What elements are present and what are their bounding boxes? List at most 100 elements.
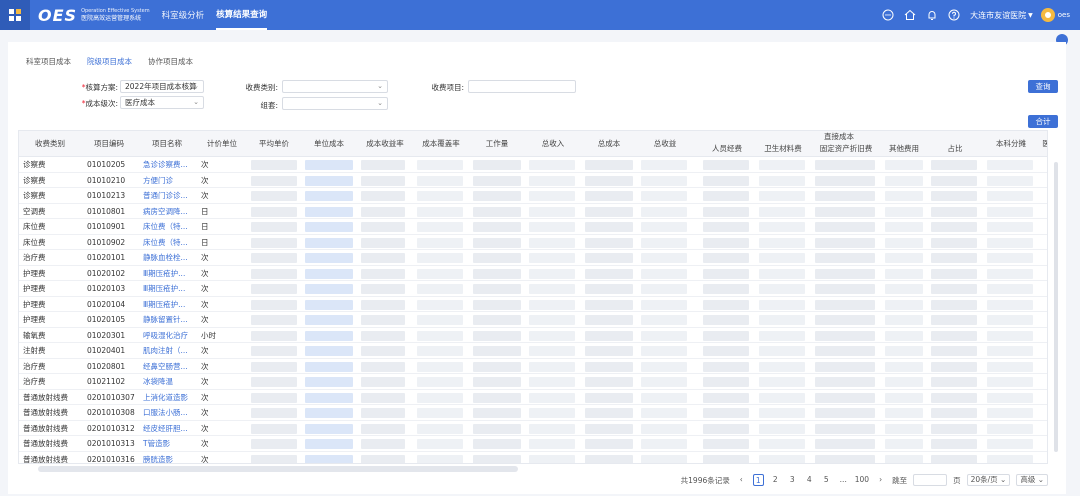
cell-name[interactable]: 口服法小肠... [143, 405, 197, 420]
redacted-value [417, 175, 463, 186]
header-ratio[interactable]: 占比 [927, 143, 983, 155]
scheme-select[interactable]: 2022年项目成本核算 ⌄ [120, 80, 204, 93]
advanced-select[interactable]: 高级 ⌄ [1016, 474, 1048, 486]
header-personnel[interactable]: 人员经费 [699, 143, 755, 155]
table-row[interactable]: 空调费 01010801 病房空调降... 日 [19, 204, 1047, 219]
prev-page-icon[interactable]: ‹ [736, 474, 747, 486]
header-code[interactable]: 项目编码 [81, 131, 137, 157]
header-avg-price[interactable]: 平均单价 [247, 131, 301, 157]
header-coverage-rate[interactable]: 成本覆盖率 [413, 131, 469, 157]
table-row[interactable]: 护理费 01020105 静脉留置针... 次 [19, 312, 1047, 328]
header-name[interactable]: 项目名称 [137, 131, 197, 157]
table-row[interactable]: 诊察费 01010205 急诊诊察费... 次 [19, 157, 1047, 173]
header-material[interactable]: 卫生材料费 [755, 143, 811, 155]
bell-icon[interactable] [924, 7, 940, 23]
header-total-income[interactable]: 总收入 [525, 131, 581, 157]
page-100[interactable]: 100 [855, 474, 869, 486]
redacted-value [931, 423, 977, 434]
cell-name[interactable]: 病房空调降... [143, 204, 197, 219]
cell-name[interactable]: Ⅲ期压疮护... [143, 266, 197, 281]
page-3[interactable]: 3 [787, 474, 798, 486]
cell-cat: 护理费 [23, 268, 46, 278]
page-4[interactable]: 4 [804, 474, 815, 486]
vertical-scrollbar[interactable] [1054, 162, 1058, 452]
table-row[interactable]: 诊察费 01010210 方便门诊次 [19, 173, 1047, 188]
category-select[interactable]: ⌄ [282, 80, 388, 93]
cell-name[interactable]: 急诊诊察费... [143, 157, 197, 172]
jump-page-input[interactable] [913, 474, 948, 486]
table-row[interactable]: 普通放射线费 0201010313 T管造影次 [19, 436, 1047, 452]
table-row[interactable]: 普通放射线费 0201010308 口服法小肠... 次 [19, 405, 1047, 421]
table-row[interactable]: 普通放射线费 0201010307 上消化道造影次 [19, 390, 1047, 405]
cell-name[interactable]: 冰袋降温 [143, 374, 197, 389]
header-more[interactable]: 医 [1039, 131, 1047, 157]
app-grid-icon[interactable] [0, 0, 30, 30]
cell-name[interactable]: T管造影 [143, 436, 197, 451]
header-total-cost[interactable]: 总成本 [581, 131, 637, 157]
home-icon[interactable] [902, 7, 918, 23]
query-button[interactable]: 查询 [1028, 80, 1058, 93]
header-unit-cost[interactable]: 单位成本 [301, 131, 357, 157]
page-2[interactable]: 2 [770, 474, 781, 486]
total-button[interactable]: 合计 [1028, 115, 1058, 128]
help-icon[interactable] [946, 7, 962, 23]
header-depreciation[interactable]: 固定资产折旧费 [811, 143, 881, 155]
header-workload[interactable]: 工作量 [469, 131, 525, 157]
cell-name[interactable]: 普通门诊诊... [143, 188, 197, 203]
table-row[interactable]: 护理费 01020102 Ⅲ期压疮护... 次 [19, 266, 1047, 281]
header-category[interactable]: 收费类别 [19, 131, 81, 157]
page-5[interactable]: 5 [821, 474, 832, 486]
header-other[interactable]: 其他费用 [881, 143, 927, 155]
level-select[interactable]: 医疗成本 ⌄ [120, 96, 204, 109]
header-profit-rate[interactable]: 成本收益率 [357, 131, 413, 157]
item-input[interactable] [468, 80, 576, 93]
table-row[interactable]: 护理费 01020103 Ⅲ期压疮护... 次 [19, 281, 1047, 297]
page-ellipsis[interactable]: ... [838, 474, 849, 486]
table-row[interactable]: 普通放射线费 0201010316 膀胱造影次 [19, 452, 1047, 464]
cell-name[interactable]: 床位费（特... [143, 219, 197, 234]
cell-name[interactable]: 经皮经肝胆... [143, 421, 197, 436]
tab-hospital-item-cost[interactable]: 院级项目成本 [87, 56, 132, 67]
next-page-icon[interactable]: › [875, 474, 886, 486]
header-total-profit[interactable]: 总收益 [637, 131, 693, 157]
tab-dept-item-cost[interactable]: 科室项目成本 [26, 56, 71, 67]
cell-name[interactable]: 上消化道造影 [143, 390, 197, 405]
chat-icon[interactable] [880, 7, 896, 23]
redacted-value [529, 206, 575, 217]
header-dept-share[interactable]: 本科分摊 [983, 131, 1039, 157]
page-size-select[interactable]: 20条/页 ⌄ [966, 474, 1011, 486]
table-row[interactable]: 输氧费 01020301 呼吸湿化治疗 小时 [19, 328, 1047, 343]
cell-name[interactable]: 床位费（特... [143, 235, 197, 250]
table-row[interactable]: 护理费 01020104 Ⅲ期压疮护... 次 [19, 297, 1047, 312]
hospital-selector[interactable]: 大连市友谊医院 [970, 10, 1026, 21]
cell-name[interactable]: Ⅲ期压疮护... [143, 297, 197, 312]
table-row[interactable]: 治疗费 01021102 冰袋降温次 [19, 374, 1047, 390]
table-row[interactable]: 普通放射线费 0201010312 经皮经肝胆... 次 [19, 421, 1047, 436]
table-row[interactable]: 床位费 01010901 床位费（特... 日 [19, 219, 1047, 235]
nav-dept-analysis[interactable]: 科室级分析 [162, 0, 205, 30]
header-unit[interactable]: 计价单位 [197, 131, 247, 157]
horizontal-scrollbar[interactable] [38, 466, 518, 472]
redacted-value [529, 392, 575, 403]
nav-result-query[interactable]: 核算结果查询 [216, 0, 268, 30]
cell-name[interactable]: 肌肉注射（... [143, 343, 197, 358]
cell-name[interactable]: 静脉留置针... [143, 312, 197, 327]
avatar[interactable] [1040, 8, 1055, 22]
table-row[interactable]: 注射费 01020401 肌肉注射（... 次 [19, 343, 1047, 359]
tab-collab-item-cost[interactable]: 协作项目成本 [148, 56, 193, 67]
cell-name[interactable]: 经鼻空肠营... [143, 359, 197, 374]
user-name[interactable]: oes [1058, 11, 1070, 19]
logo: OES Operation Effective System 医院高效运营管理系… [38, 6, 150, 25]
table-row[interactable]: 床位费 01010902 床位费（特... 日 [19, 235, 1047, 250]
page-1[interactable]: 1 [752, 474, 764, 486]
chevron-down-icon[interactable]: ▼ [1028, 12, 1033, 19]
table-row[interactable]: 治疗费 01020101 静脉血栓栓... 次 [19, 250, 1047, 266]
cell-name[interactable]: 膀胱造影 [143, 452, 197, 464]
cell-name[interactable]: 静脉血栓栓... [143, 250, 197, 265]
group-select[interactable]: ⌄ [282, 97, 388, 110]
table-row[interactable]: 治疗费 01020801 经鼻空肠营... 次 [19, 359, 1047, 374]
cell-name[interactable]: 呼吸湿化治疗 [143, 328, 197, 343]
cell-name[interactable]: 方便门诊 [143, 173, 197, 188]
cell-name[interactable]: Ⅲ期压疮护... [143, 281, 197, 296]
table-row[interactable]: 诊察费 01010213 普通门诊诊... 次 [19, 188, 1047, 204]
